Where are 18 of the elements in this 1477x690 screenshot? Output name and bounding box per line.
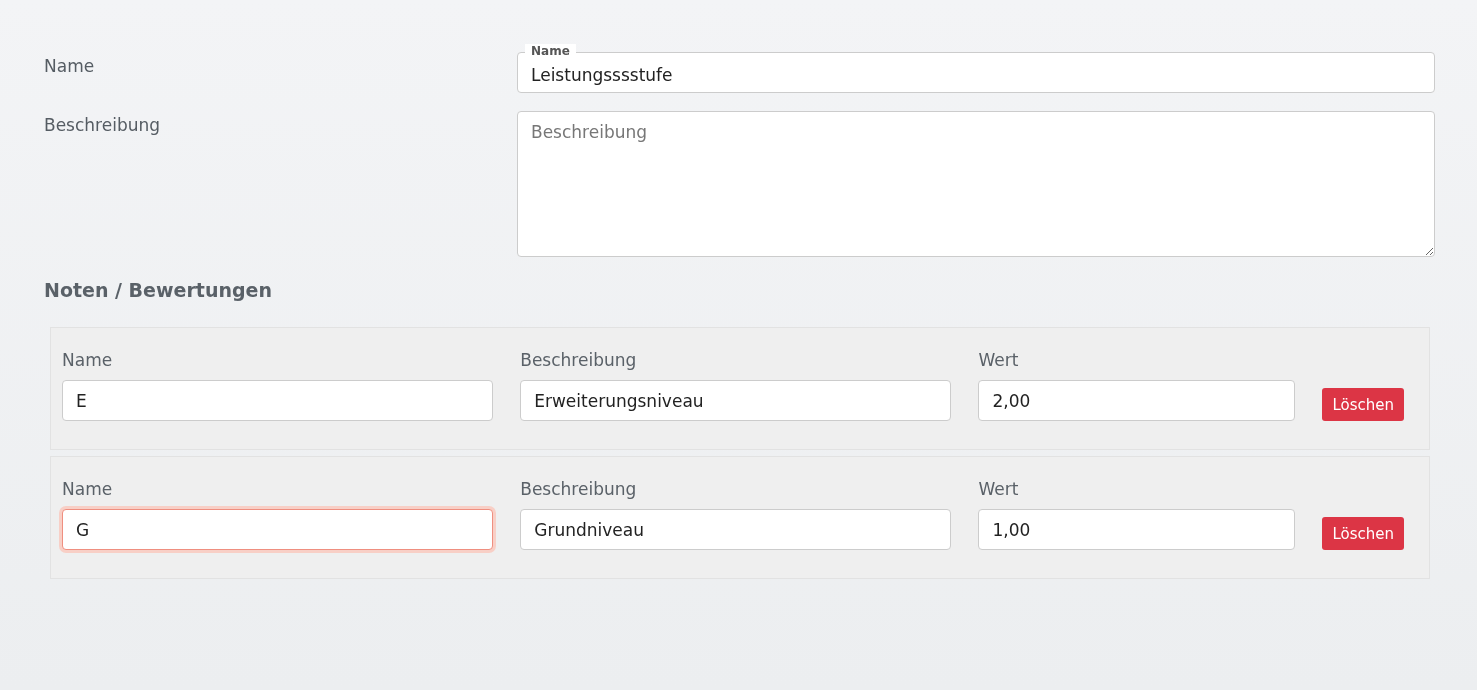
input-field[interactable]: Erweiterungsniveau [520,380,952,421]
description-textarea[interactable]: Beschreibung [517,111,1435,257]
field-label: Wert [978,479,1020,499]
field-label: Beschreibung [44,114,162,137]
input-field[interactable]: G [62,509,494,550]
field-label: Name [62,350,114,370]
input-field[interactable]: E [62,380,494,421]
input-field[interactable]: 2,00 [978,380,1296,421]
input-field[interactable]: 1,00 [978,509,1296,550]
field-label: Wert [978,350,1020,370]
delete-button[interactable]: Löschen [1322,517,1404,550]
field-label: Beschreibung [520,479,638,499]
section-heading: Noten / Bewertungen [44,279,273,301]
field-label: Name [62,479,114,499]
delete-button[interactable]: Löschen [1322,388,1404,421]
input-field[interactable]: Grundniveau [520,509,952,550]
field-label: Beschreibung [520,350,638,370]
field-label: Name [44,55,96,78]
